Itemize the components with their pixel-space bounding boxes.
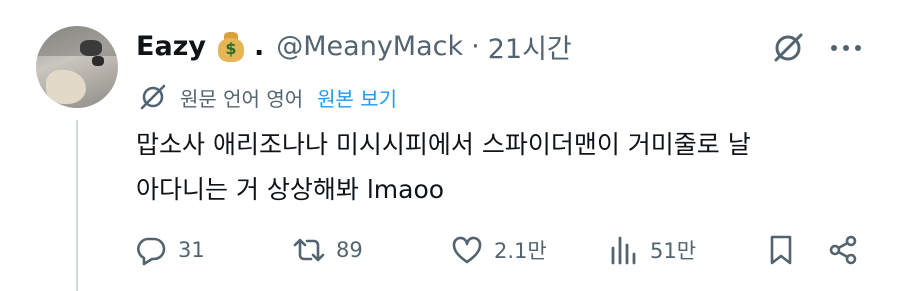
bookmark-icon — [764, 233, 798, 267]
share-button[interactable] — [826, 228, 870, 272]
action-bar: 31 89 2.1만 51만 — [0, 228, 900, 272]
tweet-text-line: 맙소사 애리조나나 미시시피에서 스파이더맨이 거미줄로 날 — [136, 130, 751, 159]
translate-icon — [138, 82, 168, 112]
tweet-time[interactable]: 21시간 — [488, 27, 572, 66]
name-suffix: . — [253, 30, 265, 62]
view-original-link[interactable]: 원본 보기 — [317, 83, 397, 112]
share-icon — [826, 233, 860, 267]
grok-icon — [771, 31, 805, 65]
like-button[interactable]: 2.1만 — [450, 228, 547, 272]
avatar[interactable] — [36, 26, 118, 108]
meta-separator: · — [471, 30, 480, 62]
money-bag-emoji: $ — [216, 30, 246, 62]
reply-button[interactable]: 31 — [134, 228, 205, 272]
retweet-count: 89 — [336, 238, 363, 262]
author-name[interactable]: Eazy — [136, 31, 206, 62]
views-count: 51만 — [650, 239, 697, 263]
tweet-text: 맙소사 애리조나나 미시시피에서 스파이더맨이 거미줄로 날 아다니는 거 상상… — [136, 122, 876, 212]
more-button[interactable] — [826, 28, 866, 68]
views-chart-icon — [606, 233, 640, 267]
tweet-text-line: 아다니는 거 상상해봐 lmaoo — [136, 175, 445, 204]
retweet-icon — [292, 233, 326, 267]
bookmark-button[interactable] — [764, 228, 808, 272]
views-button[interactable]: 51만 — [606, 228, 696, 272]
like-count: 2.1만 — [494, 239, 547, 263]
reply-icon — [134, 233, 168, 267]
heart-icon — [450, 233, 484, 267]
reply-count: 31 — [178, 238, 205, 262]
translation-meta: 원문 언어 영어 — [180, 86, 304, 111]
grok-button[interactable] — [768, 28, 808, 68]
tweet-header: Eazy $ . @MeanyMack · 21시간 — [136, 26, 572, 66]
translation-row: 원문 언어 영어 원본 보기 — [138, 82, 397, 112]
retweet-button[interactable]: 89 — [292, 228, 363, 272]
more-dots-icon — [829, 43, 863, 53]
author-handle[interactable]: @MeanyMack — [276, 31, 463, 62]
